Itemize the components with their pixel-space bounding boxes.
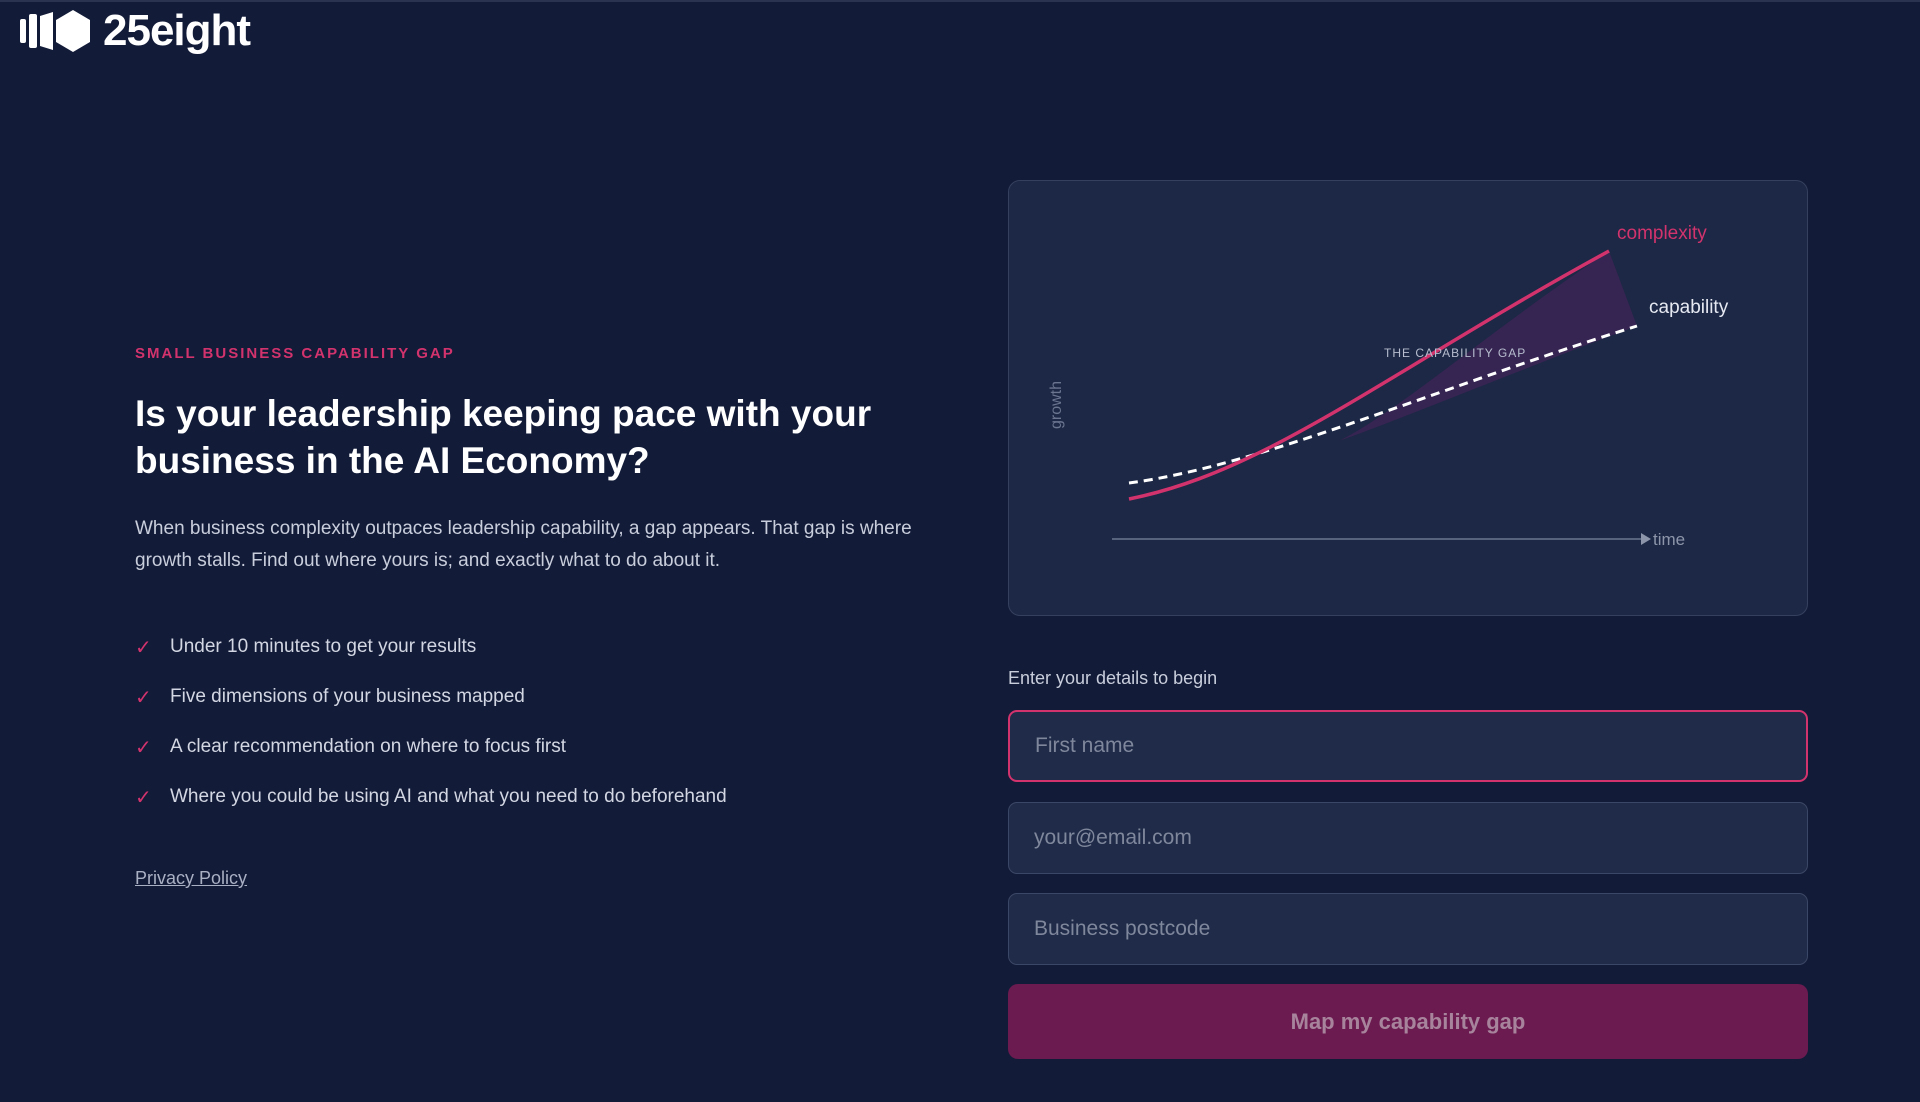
gap-label: THE CAPABILITY GAP	[1384, 346, 1526, 360]
check-icon: ✓	[135, 736, 152, 759]
postcode-input[interactable]	[1008, 893, 1808, 965]
feature-text: Where you could be using AI and what you…	[170, 786, 727, 807]
logo-mark-icon	[20, 10, 90, 52]
first-name-input[interactable]	[1008, 710, 1808, 782]
email-input[interactable]	[1008, 802, 1808, 874]
complexity-label: complexity	[1617, 223, 1707, 244]
check-icon: ✓	[135, 686, 152, 709]
capability-label: capability	[1649, 297, 1729, 318]
page-title: Is your leadership keeping pace with you…	[135, 393, 872, 481]
feature-item: ✓ Five dimensions of your business mapped	[135, 672, 727, 722]
illustration-svg: complexity capability THE CAPABILITY GAP…	[1048, 223, 1729, 549]
capability-gap-illustration: complexity capability THE CAPABILITY GAP…	[1008, 180, 1808, 616]
brand-logo[interactable]: 25eight	[20, 6, 251, 56]
x-axis-arrow-icon	[1641, 533, 1651, 545]
feature-item: ✓ Where you could be using AI and what yo…	[135, 772, 727, 822]
eyebrow-label: SMALL BUSINESS CAPABILITY GAP	[135, 345, 455, 362]
y-axis-label: growth	[1048, 381, 1065, 429]
feature-item: ✓ Under 10 minutes to get your results	[135, 622, 727, 672]
check-icon: ✓	[135, 786, 152, 809]
top-border	[0, 0, 1920, 2]
feature-text: A clear recommendation on where to focus…	[170, 736, 567, 757]
feature-list: ✓ Under 10 minutes to get your results ✓ F…	[135, 622, 727, 822]
brand-name: 25eight	[103, 6, 251, 55]
feature-item: ✓ A clear recommendation on where to focu…	[135, 722, 727, 772]
map-capability-gap-button[interactable]: Map my capability gap	[1008, 984, 1808, 1059]
hero-description: When business complexity outpaces leader…	[135, 518, 912, 571]
x-axis-label: time	[1653, 530, 1685, 549]
check-icon: ✓	[135, 636, 152, 659]
complexity-curve	[1128, 249, 1610, 501]
form-title: Enter your details to begin	[1008, 668, 1218, 688]
privacy-policy-link[interactable]: Privacy Policy	[135, 868, 247, 889]
feature-text: Under 10 minutes to get your results	[170, 636, 477, 657]
capability-curve	[1128, 324, 1638, 485]
feature-text: Five dimensions of your business mapped	[170, 686, 525, 707]
